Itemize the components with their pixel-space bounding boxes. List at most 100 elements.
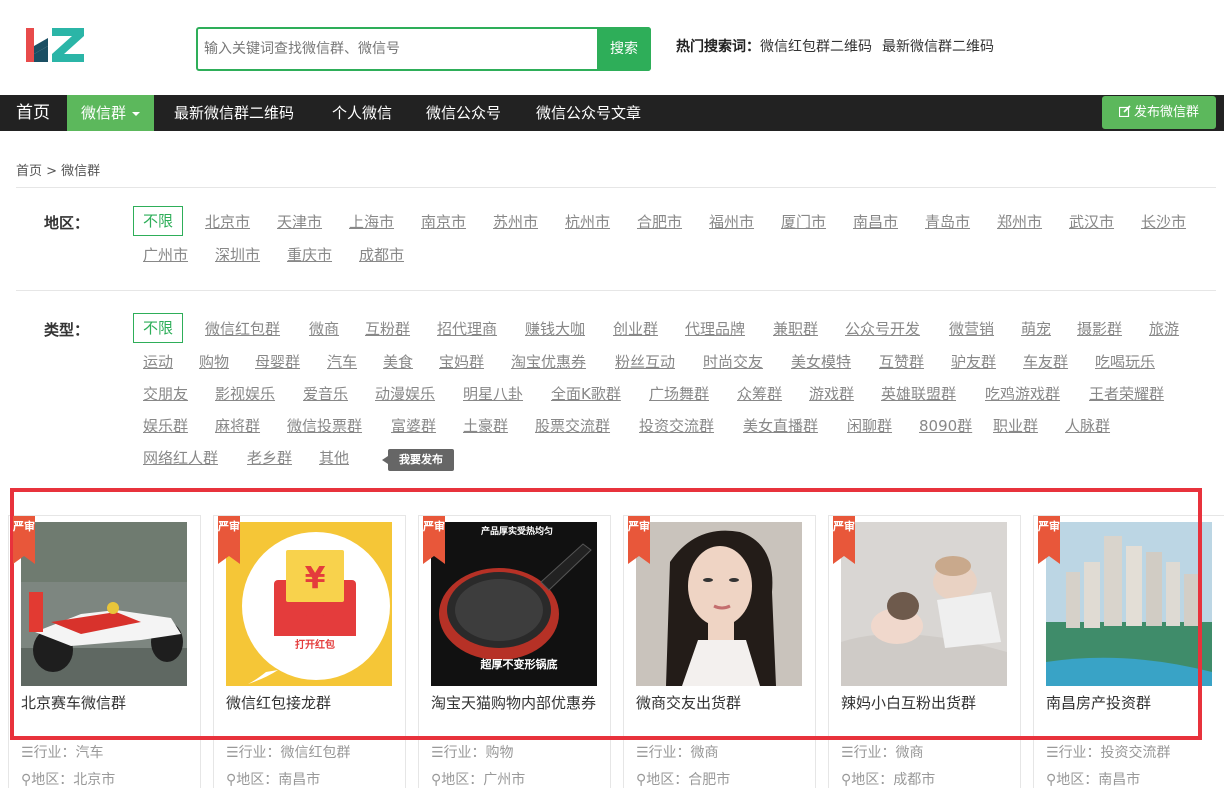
- filter-tag[interactable]: 英雄联盟群: [881, 379, 956, 409]
- nav-home[interactable]: 首页: [16, 95, 50, 131]
- hot-search-link[interactable]: 微信红包群二维码: [760, 39, 872, 55]
- filter-tag[interactable]: 杭州市: [565, 207, 610, 237]
- filter-tag-selected[interactable]: 不限: [133, 313, 184, 343]
- group-name[interactable]: 淘宝天猫购物内部优惠券: [431, 694, 603, 712]
- filter-tag[interactable]: 摄影群: [1077, 314, 1122, 344]
- filter-tag[interactable]: 互粉群: [365, 314, 410, 344]
- group-card[interactable]: 严审 北京赛车微信群 ☰行业：汽车 ⚲地区：北京市: [8, 515, 201, 788]
- filter-tag[interactable]: 汽车: [327, 347, 357, 377]
- filter-tag[interactable]: 股票交流群: [535, 411, 610, 441]
- filter-tag[interactable]: 厦门市: [781, 207, 826, 237]
- filter-tag[interactable]: 微商: [309, 314, 339, 344]
- filter-tag[interactable]: 成都市: [359, 240, 404, 270]
- filter-tag[interactable]: 萌宠: [1021, 314, 1051, 344]
- nav-wechat-groups[interactable]: 微信群: [67, 95, 155, 131]
- filter-tag[interactable]: 郑州市: [997, 207, 1042, 237]
- filter-tag[interactable]: 淘宝优惠券: [511, 347, 586, 377]
- search-input[interactable]: [204, 29, 594, 69]
- filter-tag[interactable]: 青岛市: [925, 207, 970, 237]
- filter-tag[interactable]: 母婴群: [255, 347, 300, 377]
- filter-tag[interactable]: 运动: [143, 347, 173, 377]
- filter-tag[interactable]: 美食: [383, 347, 413, 377]
- filter-tag[interactable]: 南昌市: [853, 207, 898, 237]
- group-name[interactable]: 微信红包接龙群: [226, 694, 398, 712]
- nav-personal-wechat[interactable]: 个人微信: [332, 95, 392, 131]
- filter-tag[interactable]: 其他: [319, 443, 349, 473]
- filter-tag[interactable]: 闲聊群: [847, 411, 892, 441]
- filter-tag[interactable]: 全面K歌群: [551, 379, 621, 409]
- filter-tag[interactable]: 交朋友: [143, 379, 188, 409]
- nav-official-articles[interactable]: 微信公众号文章: [536, 95, 641, 131]
- filter-tag[interactable]: 南京市: [421, 207, 466, 237]
- filter-tag[interactable]: 旅游: [1149, 314, 1179, 344]
- filter-tag[interactable]: 美女模特: [791, 347, 851, 377]
- filter-tag[interactable]: 合肥市: [637, 207, 682, 237]
- group-card[interactable]: 严审 产品厚实受热均匀 超厚不变形锅底 淘宝天猫购物内部优惠券 ☰行业：购物 ⚲…: [418, 515, 611, 788]
- filter-tag[interactable]: 车友群: [1023, 347, 1068, 377]
- filter-tag[interactable]: 动漫娱乐: [375, 379, 435, 409]
- filter-tag[interactable]: 重庆市: [287, 240, 332, 270]
- filter-tag[interactable]: 购物: [199, 347, 229, 377]
- filter-tag[interactable]: 老乡群: [247, 443, 292, 473]
- filter-tag[interactable]: 网络红人群: [143, 443, 218, 473]
- filter-tag[interactable]: 代理品牌: [685, 314, 745, 344]
- group-card[interactable]: 严审 ¥ 打开红包 微信红包接龙群 ☰行业：微信红包群 ⚲地区：南昌市: [213, 515, 406, 788]
- filter-tag[interactable]: 深圳市: [215, 240, 260, 270]
- filter-tag[interactable]: 北京市: [205, 207, 250, 237]
- filter-tag[interactable]: 天津市: [277, 207, 322, 237]
- group-card[interactable]: 严审 微商交友出货群 ☰行业：微商 ⚲地区：合肥市: [623, 515, 816, 788]
- filter-tag[interactable]: 福州市: [709, 207, 754, 237]
- publish-group-button[interactable]: 发布微信群: [1102, 96, 1216, 129]
- filter-tag[interactable]: 粉丝互动: [615, 347, 675, 377]
- filter-tag[interactable]: 吃喝玩乐: [1095, 347, 1155, 377]
- filter-tag[interactable]: 微信红包群: [205, 314, 280, 344]
- filter-tag[interactable]: 广州市: [143, 240, 188, 270]
- filter-tag[interactable]: 苏州市: [493, 207, 538, 237]
- group-card[interactable]: 严审 辣妈小白互粉出货群 ☰行业：微商 ⚲地区：成都市: [828, 515, 1021, 788]
- filter-tag[interactable]: 创业群: [613, 314, 658, 344]
- filter-tag[interactable]: 互赞群: [879, 347, 924, 377]
- filter-tag[interactable]: 时尚交友: [703, 347, 763, 377]
- filter-tag[interactable]: 投资交流群: [639, 411, 714, 441]
- filter-tag[interactable]: 土豪群: [463, 411, 508, 441]
- filter-tag[interactable]: 富婆群: [391, 411, 436, 441]
- publish-tooltip[interactable]: 我要发布: [382, 449, 454, 471]
- search-button[interactable]: 搜索: [597, 27, 651, 71]
- nav-official-accounts[interactable]: 微信公众号: [426, 95, 501, 131]
- breadcrumb[interactable]: 首页 > 微信群: [16, 160, 100, 179]
- filter-tag[interactable]: 公众号开发: [845, 314, 920, 344]
- group-name[interactable]: 南昌房产投资群: [1046, 694, 1218, 712]
- group-name[interactable]: 微商交友出货群: [636, 694, 808, 712]
- filter-tag[interactable]: 驴友群: [951, 347, 996, 377]
- filter-tag[interactable]: 麻将群: [215, 411, 260, 441]
- filter-tag[interactable]: 影视娱乐: [215, 379, 275, 409]
- filter-tag[interactable]: 众筹群: [737, 379, 782, 409]
- filter-tag[interactable]: 赚钱大咖: [525, 314, 585, 344]
- filter-tag[interactable]: 广场舞群: [649, 379, 709, 409]
- filter-tag[interactable]: 长沙市: [1141, 207, 1186, 237]
- filter-tag[interactable]: 明星八卦: [463, 379, 523, 409]
- group-card[interactable]: 严审 南昌房产投资群 ☰行业：投资交流群 ⚲地区：南昌市: [1033, 515, 1224, 788]
- filter-tag[interactable]: 人脉群: [1065, 411, 1110, 441]
- filter-tag[interactable]: 爱音乐: [303, 379, 348, 409]
- filter-tag[interactable]: 微营销: [949, 314, 994, 344]
- filter-tag-selected[interactable]: 不限: [133, 206, 184, 236]
- site-logo[interactable]: [26, 24, 88, 64]
- filter-tag[interactable]: 吃鸡游戏群: [985, 379, 1060, 409]
- group-name[interactable]: 北京赛车微信群: [21, 694, 193, 712]
- filter-tag[interactable]: 游戏群: [809, 379, 854, 409]
- filter-tag[interactable]: 兼职群: [773, 314, 818, 344]
- filter-tag[interactable]: 美女直播群: [743, 411, 818, 441]
- filter-tag[interactable]: 娱乐群: [143, 411, 188, 441]
- filter-tag[interactable]: 宝妈群: [439, 347, 484, 377]
- filter-tag[interactable]: 王者荣耀群: [1089, 379, 1164, 409]
- filter-tag[interactable]: 职业群: [993, 411, 1038, 441]
- filter-tag[interactable]: 上海市: [349, 207, 394, 237]
- nav-latest-qrcodes[interactable]: 最新微信群二维码: [174, 95, 294, 131]
- hot-search-link[interactable]: 最新微信群二维码: [882, 39, 994, 55]
- filter-tag[interactable]: 8090群: [919, 411, 972, 441]
- filter-tag[interactable]: 微信投票群: [287, 411, 362, 441]
- filter-tag[interactable]: 招代理商: [437, 314, 497, 344]
- filter-tag[interactable]: 武汉市: [1069, 207, 1114, 237]
- group-name[interactable]: 辣妈小白互粉出货群: [841, 694, 1013, 712]
